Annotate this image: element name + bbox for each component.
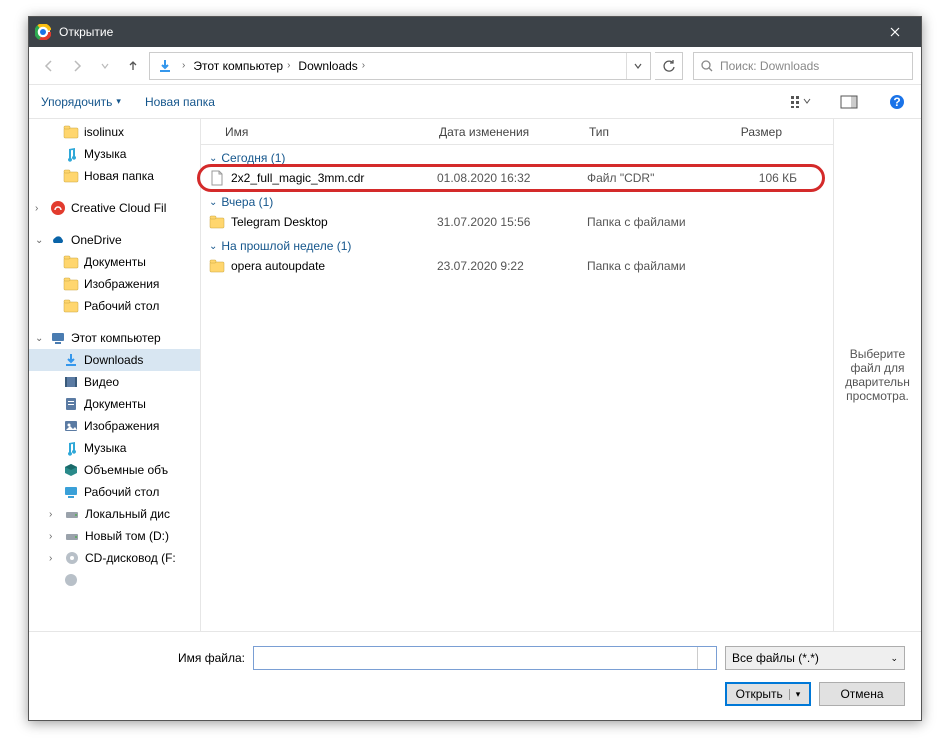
downloads-location-icon (154, 55, 176, 77)
back-button[interactable] (37, 54, 61, 78)
breadcrumb[interactable]: › Этот компьютер› Downloads› (149, 52, 651, 80)
new-folder-button[interactable]: Новая папка (145, 95, 215, 109)
tree-music-1[interactable]: Музыка (29, 143, 200, 165)
group-today[interactable]: ⌄Сегодня (1) (201, 145, 833, 167)
col-date[interactable]: Дата изменения (431, 125, 581, 139)
file-icon (209, 170, 225, 186)
tree-od-desktop[interactable]: Рабочий стол (29, 295, 200, 317)
breadcrumb-dropdown[interactable] (626, 53, 648, 79)
footer: Имя файла: Все файлы (*.*) ⌄ Открыть ▾ О… (29, 631, 921, 720)
organize-menu[interactable]: Упорядочить▾ (41, 95, 121, 109)
crumb-downloads[interactable]: Downloads› (294, 59, 369, 73)
file-list: Имя Дата изменения Тип Размер ⌄Сегодня (… (201, 119, 833, 631)
tree-onedrive[interactable]: ⌄OneDrive (29, 229, 200, 251)
crumb-thispc[interactable]: Этот компьютер› (189, 59, 294, 73)
tree-music-2[interactable]: Музыка (29, 437, 200, 459)
crumb-thispc-label: Этот компьютер (193, 59, 283, 73)
preview-pane-button[interactable] (837, 90, 861, 114)
group-yesterday[interactable]: ⌄Вчера (1) (201, 189, 833, 211)
up-button[interactable] (121, 54, 145, 78)
col-size[interactable]: Размер (711, 125, 791, 139)
recent-dropdown[interactable] (93, 54, 117, 78)
tree-isolinux[interactable]: isolinux (29, 121, 200, 143)
tree-od-docs[interactable]: Документы (29, 251, 200, 273)
organize-label: Упорядочить (41, 95, 112, 109)
forward-button[interactable] (65, 54, 89, 78)
column-headers: Имя Дата изменения Тип Размер (201, 119, 833, 145)
tree-desktop[interactable]: Рабочий стол (29, 481, 200, 503)
file-cdr[interactable]: 2x2_full_magic_3mm.cdr 01.08.2020 16:32 … (201, 167, 833, 189)
preview-pane: Выберите файл для дварительн просмотра. (833, 119, 921, 631)
svg-text:?: ? (893, 95, 900, 109)
search-placeholder: Поиск: Downloads (720, 59, 819, 73)
tree-cd-drive[interactable]: ›CD-дисковод (F: (29, 547, 200, 569)
preview-text: Выберите файл для дварительн просмотра. (840, 347, 915, 403)
crumb-downloads-label: Downloads (298, 59, 357, 73)
titlebar: Открытие (29, 17, 921, 47)
open-dialog: Открытие › Этот компьютер› Downloads› По… (28, 16, 922, 721)
tree-documents[interactable]: Документы (29, 393, 200, 415)
search-input[interactable]: Поиск: Downloads (693, 52, 913, 80)
close-button[interactable] (875, 17, 915, 47)
search-icon (700, 59, 714, 73)
cancel-button[interactable]: Отмена (819, 682, 905, 706)
view-mode-button[interactable] (789, 90, 813, 114)
tree-3d-objects[interactable]: Объемные объ (29, 459, 200, 481)
filename-input[interactable] (253, 646, 717, 670)
group-lastweek[interactable]: ⌄На прошлой неделе (1) (201, 233, 833, 255)
filetype-filter[interactable]: Все файлы (*.*) ⌄ (725, 646, 905, 670)
filename-label: Имя файла: (45, 651, 245, 665)
folder-icon (209, 258, 225, 274)
chrome-icon (35, 24, 51, 40)
window-title: Открытие (59, 25, 875, 39)
folder-opera[interactable]: opera autoupdate 23.07.2020 9:22 Папка с… (201, 255, 833, 277)
toolbar: Упорядочить▾ Новая папка ? (29, 85, 921, 119)
tree-local-disk[interactable]: ›Локальный дис (29, 503, 200, 525)
folder-icon (209, 214, 225, 230)
open-button[interactable]: Открыть ▾ (725, 682, 811, 706)
tree-new-volume[interactable]: ›Новый том (D:) (29, 525, 200, 547)
tree-new-folder[interactable]: Новая папка (29, 165, 200, 187)
col-type[interactable]: Тип (581, 125, 711, 139)
tree-creative-cloud[interactable]: ›Creative Cloud Fil (29, 197, 200, 219)
folder-telegram[interactable]: Telegram Desktop 31.07.2020 15:56 Папка … (201, 211, 833, 233)
tree-video[interactable]: Видео (29, 371, 200, 393)
tree-more[interactable] (29, 569, 200, 591)
refresh-button[interactable] (655, 52, 683, 80)
nav-row: › Этот компьютер› Downloads› Поиск: Down… (29, 47, 921, 85)
tree-images[interactable]: Изображения (29, 415, 200, 437)
tree-od-images[interactable]: Изображения (29, 273, 200, 295)
tree-panel: isolinux Музыка Новая папка ›Creative Cl… (29, 119, 201, 631)
tree-downloads[interactable]: Downloads (29, 349, 200, 371)
help-button[interactable]: ? (885, 90, 909, 114)
tree-this-pc[interactable]: ⌄Этот компьютер (29, 327, 200, 349)
col-name[interactable]: Имя (201, 125, 431, 139)
new-folder-label: Новая папка (145, 95, 215, 109)
